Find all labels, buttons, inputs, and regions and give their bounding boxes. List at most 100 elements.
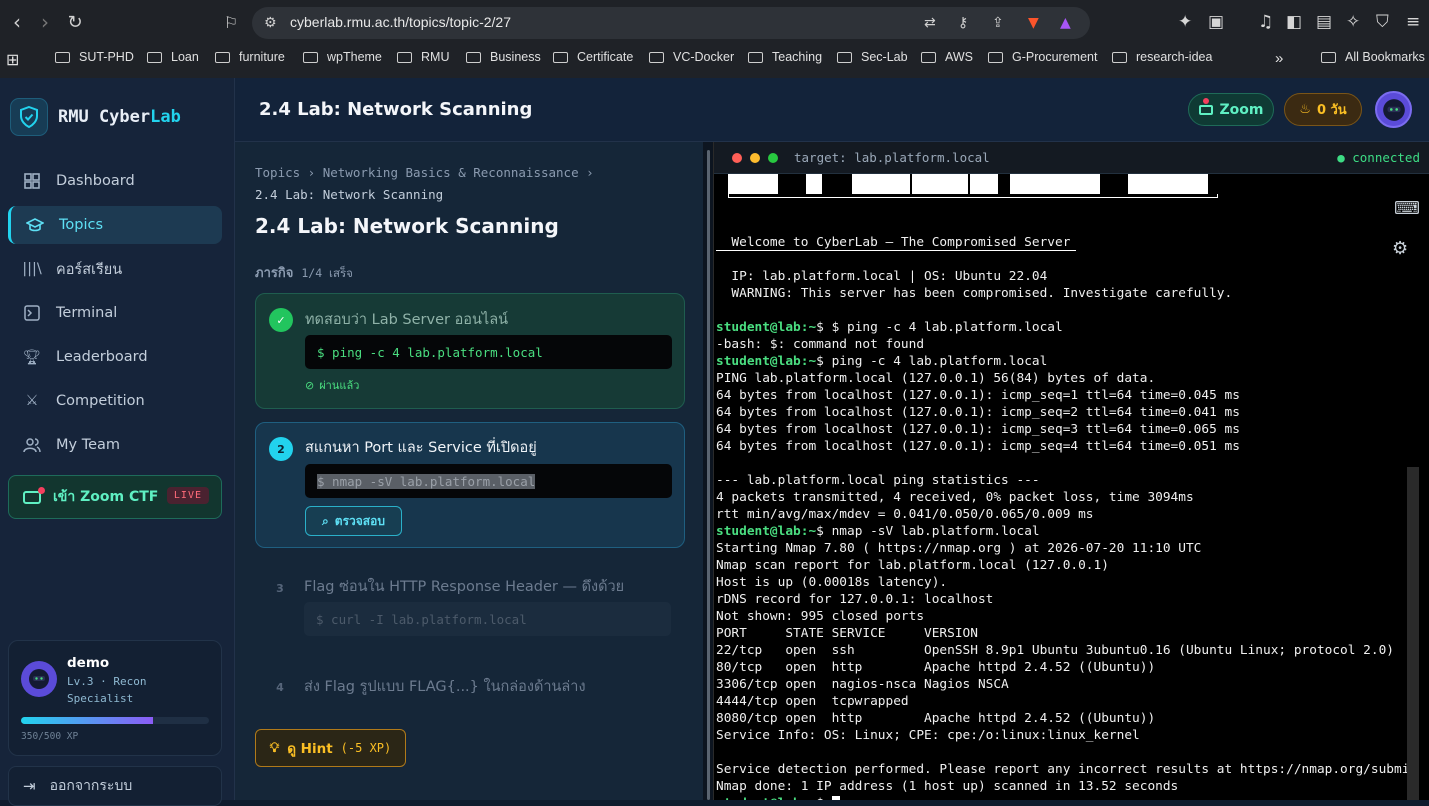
bookmark-icon[interactable]: ⚐: [218, 9, 244, 35]
reader-icon[interactable]: ▣: [1208, 12, 1224, 32]
logout-button[interactable]: ⇥ ออกจากระบบ: [8, 766, 222, 806]
video-icon: [1198, 97, 1213, 115]
music-icon[interactable]: ♫: [1258, 12, 1273, 32]
sidebar-toggle-icon[interactable]: ◧: [1286, 12, 1302, 32]
minimize-dot-icon[interactable]: [750, 153, 760, 163]
sidebar-item-my-team[interactable]: My Team: [8, 426, 222, 464]
hint-button[interactable]: 💡︎ ดู Hint (-5 XP): [255, 729, 406, 767]
terminal-line-text: 3306/tcp open nagios-nsca Nagios NSCA: [716, 677, 1009, 692]
address-bar[interactable]: ⚙ cyberlab.rmu.ac.th/topics/topic-2/27 ⇄…: [252, 7, 1090, 39]
bookmark-folder[interactable]: Teaching: [748, 50, 822, 64]
bookmark-folder[interactable]: SUT-PHD: [55, 50, 134, 64]
check-circle-icon: ⊘: [305, 378, 315, 392]
sidebar-item-competition[interactable]: ⚔ Competition: [8, 382, 222, 420]
back-icon[interactable]: ‹: [4, 9, 30, 35]
streak-badge[interactable]: ♨ 0 วัน: [1284, 93, 1362, 126]
ascii-banner: [728, 174, 1228, 200]
logout-icon: ⇥: [23, 777, 36, 795]
terminal-line: PORT STATE SERVICE VERSION: [716, 625, 1414, 642]
bookmark-folder[interactable]: furniture: [215, 50, 285, 64]
task-command[interactable]: $ ping -c 4 lab.platform.local: [305, 335, 672, 369]
breadcrumb-path[interactable]: Topics › Networking Basics & Reconnaissa…: [255, 162, 594, 184]
site-settings-icon[interactable]: ⚙: [264, 15, 277, 31]
terminal-scrollbar[interactable]: [1407, 467, 1419, 800]
settings-gears-icon[interactable]: ⚙: [1392, 238, 1408, 259]
bookmark-label: Business: [490, 50, 541, 64]
bookmark-folder[interactable]: RMU: [397, 50, 449, 64]
live-badge: LIVE: [166, 487, 209, 504]
keyboard-icon[interactable]: ⌨: [1394, 198, 1420, 219]
sidebar-item-courses[interactable]: |||\ คอร์สเรียน: [8, 250, 222, 288]
task-command[interactable]: $ nmap -sV lab.platform.local: [305, 464, 672, 498]
bookmark-folder[interactable]: Certificate: [553, 50, 633, 64]
sidebar-item-label: Dashboard: [56, 173, 135, 189]
folder-icon: [466, 51, 481, 63]
vpn-icon[interactable]: ⛉: [1376, 12, 1389, 32]
profile-avatar[interactable]: [1375, 91, 1412, 128]
leo-icon[interactable]: ✧: [1346, 12, 1360, 32]
bookmark-folder[interactable]: VC-Docker: [649, 50, 734, 64]
bookmarks-overflow-button[interactable]: »: [1275, 50, 1283, 67]
zoom-label: Zoom: [1219, 101, 1264, 118]
sidebar-item-leaderboard[interactable]: 🏆︎ Leaderboard: [8, 338, 222, 376]
task-card-1: ✓ ทดสอบว่า Lab Server ออนไลน์ $ ping -c …: [255, 293, 685, 409]
bookmark-label: SUT-PHD: [79, 50, 134, 64]
terminal-line: Starting Nmap 7.80 ( https://nmap.org ) …: [716, 540, 1414, 557]
user-card[interactable]: demo Lv.3 · Recon Specialist 350/500 XP: [8, 640, 222, 756]
task-command-selected: $ nmap -sV lab.platform.local: [317, 473, 536, 489]
close-dot-icon[interactable]: [732, 153, 742, 163]
bookmark-folder[interactable]: research-idea: [1112, 50, 1212, 64]
terminal-output[interactable]: Welcome to CyberLab — The Compromised Se…: [714, 174, 1414, 800]
sidebar-item-terminal[interactable]: Terminal: [8, 294, 222, 332]
bookmark-folder[interactable]: AWS: [921, 50, 973, 64]
bookmark-folder[interactable]: Business: [466, 50, 541, 64]
terminal-line-text: 64 bytes from localhost (127.0.0.1): icm…: [716, 388, 1240, 403]
zoom-button[interactable]: Zoom: [1188, 93, 1274, 126]
check-button[interactable]: ⌕ ตรวจสอบ: [305, 506, 402, 536]
brave-rewards-icon[interactable]: ▲: [1060, 15, 1071, 31]
bookmark-folder[interactable]: G-Procurement: [988, 50, 1097, 64]
bookmark-folder[interactable]: Loan: [147, 50, 199, 64]
logout-label: ออกจากระบบ: [49, 778, 133, 794]
menu-icon[interactable]: ≡: [1406, 12, 1420, 32]
terminal-line-text: 4 packets transmitted, 4 received, 0% pa…: [716, 490, 1194, 505]
bookmark-folder[interactable]: wpTheme: [303, 50, 382, 64]
translate-icon[interactable]: ⇄: [924, 15, 936, 31]
reload-icon[interactable]: ↻: [62, 9, 88, 35]
apps-icon[interactable]: ⊞: [6, 50, 19, 70]
folder-icon: [55, 51, 70, 63]
bookmark-folder[interactable]: Sec-Lab: [837, 50, 908, 64]
sidebar-item-dashboard[interactable]: Dashboard: [8, 162, 222, 200]
terminal-panel[interactable]: target: lab.platform.local ● connected W…: [713, 142, 1429, 800]
brave-shields-icon[interactable]: ▼: [1028, 15, 1039, 31]
sidebar-item-label: Terminal: [56, 305, 118, 321]
terminal-lines: Welcome to CyberLab — The Compromised Se…: [716, 200, 1414, 800]
zoom-ctf-button[interactable]: เข้า Zoom CTF LIVE: [8, 475, 222, 519]
all-bookmarks[interactable]: All Bookmarks: [1321, 50, 1425, 64]
brand[interactable]: RMU CyberLab: [10, 98, 181, 136]
folder-icon: [988, 51, 1003, 63]
sidebar-item-topics[interactable]: Topics: [8, 206, 222, 244]
wallet-icon[interactable]: ▤: [1316, 12, 1332, 32]
live-dot-icon: [1202, 97, 1209, 104]
maximize-dot-icon[interactable]: [768, 153, 778, 163]
terminal-line-text: rDNS record for 127.0.0.1: localhost: [716, 592, 994, 607]
check-icon: ✓: [269, 308, 293, 332]
browser-chrome: ‹ › ↻ ⚐ ⚙ cyberlab.rmu.ac.th/topics/topi…: [0, 0, 1429, 78]
folder-icon: [553, 51, 568, 63]
terminal-line-text: Service Info: OS: Linux; CPE: cpe:/o:lin…: [716, 728, 1140, 743]
url-text[interactable]: cyberlab.rmu.ac.th/topics/topic-2/27: [290, 14, 511, 30]
forward-icon[interactable]: ›: [32, 9, 58, 35]
share-icon[interactable]: ⇪: [992, 15, 1004, 31]
folder-icon: [1321, 51, 1336, 63]
check-button-label: ตรวจสอบ: [334, 513, 385, 528]
terminal-cursor: [831, 796, 840, 800]
key-icon[interactable]: ⚷: [958, 15, 968, 31]
task-command: $ curl -I lab.platform.local: [304, 602, 671, 636]
users-icon: [22, 437, 42, 453]
terminal-line: 64 bytes from localhost (127.0.0.1): icm…: [716, 438, 1414, 455]
extensions-icon[interactable]: ✦: [1178, 12, 1192, 32]
sidebar: RMU CyberLab Dashboard Topics |||\ คอร์ส…: [0, 78, 235, 806]
panel-resize-handle[interactable]: [707, 150, 710, 800]
